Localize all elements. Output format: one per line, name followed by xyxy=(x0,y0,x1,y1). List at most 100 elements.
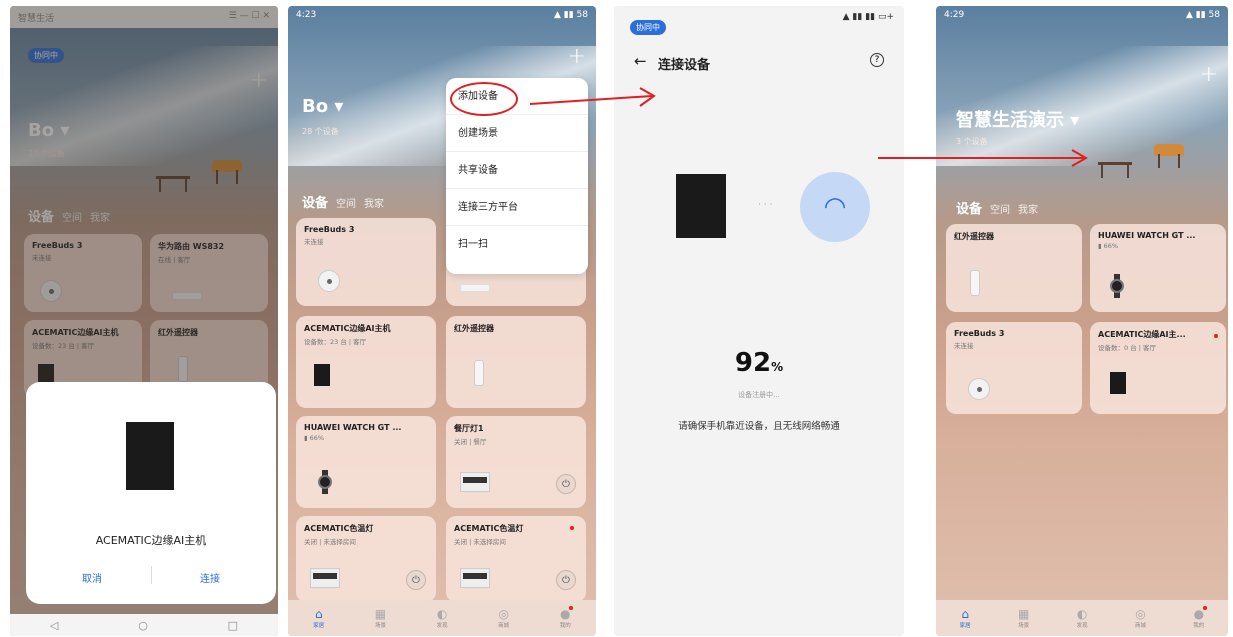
help-icon[interactable]: ? xyxy=(870,53,884,67)
dialog-device-name: ACEMATIC边缘AI主机 xyxy=(95,534,207,547)
ai-host-image xyxy=(676,174,726,238)
earbuds-icon xyxy=(968,378,990,400)
power-button[interactable]: ⏻ xyxy=(556,570,576,590)
connecting-dots: · · · xyxy=(758,200,773,210)
device-name: FreeBuds 3 xyxy=(954,329,1005,338)
nav-discover[interactable]: ◐ 发现 xyxy=(1077,607,1088,629)
device-name: ACEMATIC边缘AI主... xyxy=(1098,330,1186,339)
device-card[interactable]: FreeBuds 3 未连接 xyxy=(946,322,1082,414)
device-card[interactable]: 餐厅灯1 关闭 | 餐厅 ⏻ xyxy=(446,416,586,508)
nav-mall[interactable]: ◎ 商城 xyxy=(1135,607,1146,629)
nav-me[interactable]: ● 我的 xyxy=(1193,606,1208,629)
device-count: 28 个设备 xyxy=(302,127,339,136)
device-card[interactable]: HUAWEI WATCH GT ... ▮ 66% xyxy=(296,416,436,508)
device-card[interactable]: 红外遥控器 xyxy=(946,224,1082,312)
back-arrow-icon[interactable]: ← xyxy=(634,52,647,70)
table-illustration xyxy=(1098,158,1132,178)
device-name: ACEMATIC色温灯 xyxy=(304,524,374,533)
remote-icon xyxy=(474,360,484,386)
device-name: 红外遥控器 xyxy=(454,324,494,333)
home-icon: ⌂ xyxy=(961,607,969,621)
menu-item-create-scene[interactable]: 创建场景 xyxy=(446,115,588,152)
power-button[interactable]: ⏻ xyxy=(556,474,576,494)
device-status: 未连接 xyxy=(304,238,324,246)
earbuds-icon xyxy=(318,270,340,292)
device-status: ▮ 66% xyxy=(1098,242,1119,250)
scene-icon: ▦ xyxy=(374,607,387,621)
device-card[interactable]: 红外遥控器 xyxy=(446,316,586,408)
device-card[interactable]: HUAWEI WATCH GT ... ▮ 66% xyxy=(1090,224,1226,312)
device-name: HUAWEI WATCH GT ... xyxy=(304,423,402,432)
dialog-separator xyxy=(151,566,152,584)
device-status: 设备数：23 台 | 客厅 xyxy=(304,338,367,346)
device-name: ACEMATIC边缘AI主机 xyxy=(304,324,391,333)
recents-nav-icon[interactable]: □ xyxy=(228,619,238,632)
device-name: ACEMATIC色温灯 xyxy=(454,524,524,533)
tab-spaces[interactable]: 空间 xyxy=(336,195,356,210)
home-nav-icon[interactable]: ○ xyxy=(138,619,148,632)
status-bar: 4:29 ▲ ▮▮ 58 xyxy=(936,6,1228,26)
device-card[interactable]: ACEMATIC色温灯 关闭 | 未选择房间 ⏻ xyxy=(296,516,436,602)
device-name: FreeBuds 3 xyxy=(304,225,355,234)
device-name: 餐厅灯1 xyxy=(454,424,484,433)
screen-4-phone: 4:29 ▲ ▮▮ 58 + 智慧生活演示 ▾ 3 个设备 设备 空间 我家 红外… xyxy=(936,6,1228,636)
add-button[interactable]: + xyxy=(1200,62,1218,87)
menu-item-scan[interactable]: 扫一扫 xyxy=(446,226,588,263)
alert-dot xyxy=(1214,334,1218,338)
connect-dialog: ACEMATIC边缘AI主机 取消 连接 xyxy=(26,382,276,604)
device-status: 关闭 | 未选择房间 xyxy=(304,538,356,546)
screen-3-phone: ▲ ▮▮ ▮▮ ▭+ 协同中 ← 连接设备 ? · · · ◠ 92% 设备注册… xyxy=(614,6,904,636)
wifi-icon: ◠ xyxy=(800,172,870,242)
device-card[interactable]: ACEMATIC边缘AI主机 设备数：23 台 | 客厅 xyxy=(296,316,436,408)
nav-scenes[interactable]: ▦ 场景 xyxy=(375,607,386,629)
mall-icon: ◎ xyxy=(1135,607,1146,621)
device-card[interactable]: ACEMATIC边缘AI主... 设备数：0 台 | 客厅 xyxy=(1090,322,1226,414)
home-title[interactable]: 智慧生活演示 ▾ xyxy=(956,106,1079,132)
tab-devices[interactable]: 设备 xyxy=(302,192,328,211)
collab-pill[interactable]: 协同中 xyxy=(630,20,666,35)
tab-home[interactable]: 我家 xyxy=(1018,201,1038,216)
light-icon xyxy=(460,568,490,588)
clock: 4:29 xyxy=(944,10,965,20)
device-name: 红外遥控器 xyxy=(954,232,994,241)
cancel-button[interactable]: 取消 xyxy=(82,570,102,585)
nav-scenes[interactable]: ▦ 场景 xyxy=(1018,607,1029,629)
discover-icon: ◐ xyxy=(1076,607,1088,621)
tab-devices[interactable]: 设备 xyxy=(956,198,982,217)
ai-host-icon xyxy=(1110,372,1126,394)
router-icon xyxy=(460,284,490,292)
device-name: HUAWEI WATCH GT ... xyxy=(1098,231,1196,240)
remote-icon xyxy=(970,270,980,296)
device-status: 设备数：0 台 | 客厅 xyxy=(1098,344,1157,352)
home-tabs: 设备 空间 我家 xyxy=(956,198,1038,217)
light-icon xyxy=(310,568,340,588)
screen-2-phone: 4:23 ▲ ▮▮ 58 + Bo ▾ 28 个设备 设备 空间 我家 FreeB… xyxy=(288,6,596,636)
nav-discover[interactable]: ◐ 发现 xyxy=(437,607,448,629)
device-card[interactable]: ACEMATIC色温灯 关闭 | 未选择房间 ⏻ xyxy=(446,516,586,602)
ai-host-image xyxy=(126,422,174,490)
connect-button[interactable]: 连接 xyxy=(200,570,220,585)
device-card[interactable]: FreeBuds 3 未连接 xyxy=(296,218,436,306)
device-status: 关闭 | 餐厅 xyxy=(454,438,487,446)
back-nav-icon[interactable]: ◁ xyxy=(50,619,58,632)
menu-item-share-device[interactable]: 共享设备 xyxy=(446,152,588,189)
tab-home[interactable]: 我家 xyxy=(364,195,384,210)
nav-mall[interactable]: ◎ 商城 xyxy=(498,607,509,629)
status-bar: 4:23 ▲ ▮▮ 58 xyxy=(288,6,596,26)
nav-home[interactable]: ⌂ 家居 xyxy=(960,607,971,629)
tab-spaces[interactable]: 空间 xyxy=(990,201,1010,216)
add-button[interactable]: + xyxy=(568,44,586,69)
highlight-circle xyxy=(450,82,518,116)
home-icon: ⌂ xyxy=(314,607,323,621)
home-title[interactable]: Bo ▾ xyxy=(302,96,343,117)
clock: 4:23 xyxy=(296,10,317,20)
nav-home[interactable]: ⌂ 家居 xyxy=(313,607,324,629)
menu-item-third-party[interactable]: 连接三方平台 xyxy=(446,189,588,226)
connection-tip: 请确保手机靠近设备，且无线网络畅通 xyxy=(678,421,840,432)
watch-icon xyxy=(318,470,332,494)
power-button[interactable]: ⏻ xyxy=(406,570,426,590)
nav-me[interactable]: ● 我的 xyxy=(559,606,575,629)
device-status: 关闭 | 未选择房间 xyxy=(454,538,506,546)
watch-icon xyxy=(1110,274,1124,298)
profile-icon: ● xyxy=(559,606,575,621)
